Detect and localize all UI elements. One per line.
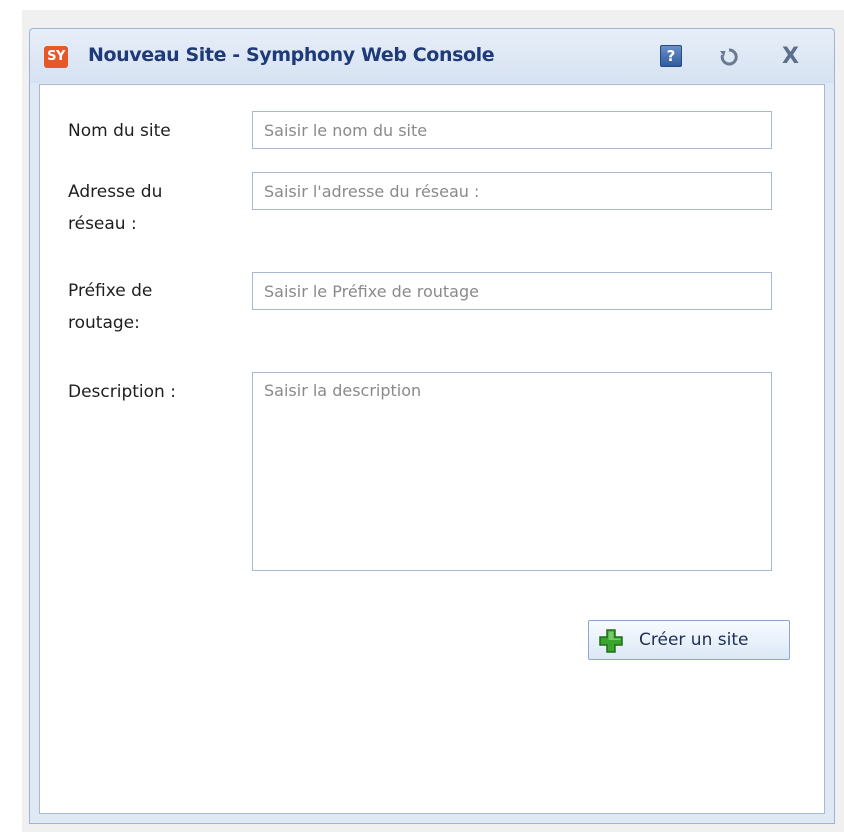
help-icon: ? <box>660 45 682 67</box>
site-name-input[interactable] <box>252 111 772 149</box>
dialog-body: Nom du site Adresse du réseau : Préfixe … <box>39 84 825 814</box>
new-site-dialog: SY Nouveau Site - Symphony Web Console ?… <box>29 28 835 824</box>
description-textarea[interactable] <box>252 372 772 571</box>
description-label: Description : <box>68 382 176 402</box>
network-address-input[interactable] <box>252 172 772 210</box>
site-name-label: Nom du site <box>68 121 171 141</box>
routing-prefix-input[interactable] <box>252 272 772 310</box>
plus-icon <box>599 629 623 653</box>
dialog-title: Nouveau Site - Symphony Web Console <box>88 44 495 66</box>
refresh-button[interactable] <box>715 43 743 71</box>
refresh-icon <box>720 48 738 66</box>
network-address-label: Adresse du réseau : <box>68 182 163 234</box>
create-site-label: Créer un site <box>639 630 749 650</box>
create-site-button[interactable]: Créer un site <box>588 620 790 660</box>
app-logo-icon: SY <box>44 46 68 68</box>
close-button[interactable]: X <box>778 43 806 71</box>
help-button[interactable]: ? <box>658 43 686 71</box>
close-icon: X <box>782 44 799 69</box>
routing-prefix-label: Préfixe de routage: <box>68 281 153 333</box>
dialog-titlebar[interactable]: SY Nouveau Site - Symphony Web Console ?… <box>30 29 834 83</box>
